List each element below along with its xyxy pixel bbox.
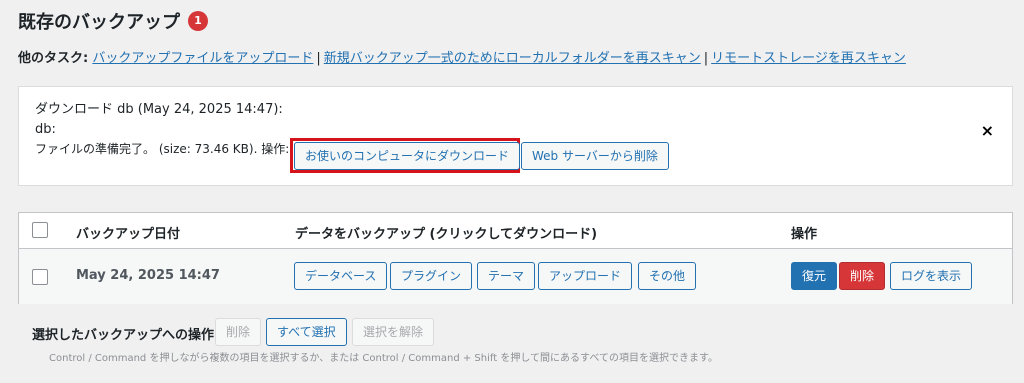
rescan-remote-link[interactable]: リモートストレージを再スキャン [711,51,906,66]
deselect-button[interactable]: 選択を解除 [352,318,435,346]
component-others-button[interactable]: その他 [638,262,697,290]
selection-hint: Control / Command を押しながら複数の項目を選択するか、または … [49,353,718,364]
download-status: ファイルの準備完了。 (size: 73.46 KB). 操作: [35,142,290,156]
delete-from-server-button[interactable]: Web サーバーから削除 [521,142,669,170]
other-tasks: 他のタスク: バックアップファイルをアップロード | 新規バックアップ一式のためにロ… [18,47,906,66]
header-backup-date: バックアップ日付 [76,227,181,242]
bulk-actions-label: 選択したバックアップへの操作 [32,328,215,343]
delete-backup-button[interactable]: 削除 [839,262,886,290]
download-to-computer-button[interactable]: お使いのコンピュータにダウンロード [294,142,521,170]
restore-button[interactable]: 復元 [791,262,838,290]
view-log-button[interactable]: ログを表示 [890,262,973,290]
separator: | [316,51,321,66]
download-title: ダウンロード db (May 24, 2025 14:47): [35,102,283,117]
component-database-button[interactable]: データベース [294,262,388,290]
upload-backup-link[interactable]: バックアップファイルをアップロード [92,51,313,66]
table-header: バックアップ日付 データをバックアップ (クリックしてダウンロード) 操作 [19,213,1012,249]
separator: | [703,51,709,66]
component-themes-button[interactable]: テーマ [477,262,536,290]
row-checkbox[interactable] [32,269,48,285]
component-plugins-button[interactable]: プラグイン [390,262,473,290]
page-title: 既存のバックアップ 1 [18,8,208,34]
other-tasks-label: 他のタスク: [18,51,89,66]
backup-date: May 24, 2025 14:47 [76,268,220,283]
download-file-name: db: [35,122,56,137]
rescan-local-link[interactable]: 新規バックアップ一式のためにローカルフォルダーを再スキャン [324,51,701,66]
select-all-checkbox[interactable] [32,222,48,238]
page-title-text: 既存のバックアップ [18,12,180,33]
bulk-delete-button[interactable]: 削除 [215,318,262,346]
count-badge: 1 [188,11,208,31]
backup-table: バックアップ日付 データをバックアップ (クリックしてダウンロード) 操作 Ma… [18,212,1013,304]
close-icon[interactable]: × [981,121,994,140]
download-panel: ダウンロード db (May 24, 2025 14:47): db: ファイル… [18,86,1013,186]
component-uploads-button[interactable]: アップロード [538,262,633,290]
select-all-button[interactable]: すべて選択 [266,318,347,346]
table-row: May 24, 2025 14:47 データベース プラグイン テーマ アップロ… [19,249,1012,304]
header-backup-data: データをバックアップ (クリックしてダウンロード) [295,227,598,242]
header-actions: 操作 [791,227,818,242]
